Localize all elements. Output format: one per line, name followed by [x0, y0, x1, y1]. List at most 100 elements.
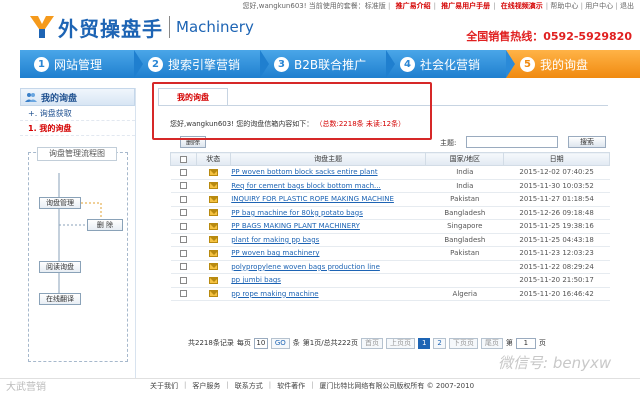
table-row[interactable]: INQUIRY FOR PLASTIC ROPE MAKING MACHINE P…	[170, 192, 610, 207]
inquiry-subject-link[interactable]: PP woven bottom block sacks entire plant	[231, 168, 377, 176]
table-row[interactable]: pp rope making machine Algeria 2015-11-20 …	[170, 287, 610, 301]
nav-tab-my-inquiries[interactable]: 5 我的询盘	[506, 50, 640, 78]
footer-link-service[interactable]: 客户服务	[192, 381, 220, 391]
row-checkbox[interactable]	[179, 276, 187, 284]
link-help-center[interactable]: 帮助中心	[550, 2, 578, 10]
row-checkbox[interactable]	[179, 263, 187, 271]
pager-next[interactable]: 下页页	[448, 337, 478, 349]
link-logout[interactable]: 退出	[620, 2, 634, 10]
row-checkbox[interactable]	[179, 236, 187, 244]
link-user-manual[interactable]: 推广易用户手册	[441, 2, 490, 10]
row-checkbox[interactable]	[179, 249, 187, 257]
subject-search-input[interactable]	[466, 136, 558, 148]
row-checkbox[interactable]	[179, 209, 187, 217]
top-utility-bar: 您好,wangkun603! 当前使用的套餐：标准版 | 推广易介绍 | 推广易用…	[242, 2, 634, 10]
envelope-icon	[208, 182, 218, 190]
footer: 关于我们 | 客户服务 | 联系方式 | 软件著作 | 厦门比特比网络有限公司版权所有 …	[0, 378, 640, 392]
envelope-icon	[208, 168, 218, 176]
sidebar: 我的询盘 +. 询盘获取 1. 我的询盘 询盘管理流程图 询盘管理 删 除 阅读…	[20, 88, 136, 378]
link-video-demo[interactable]: 在线视频演示	[501, 2, 543, 10]
inquiry-country	[425, 273, 504, 288]
link-user-center[interactable]: 用户中心	[585, 2, 613, 10]
table-row[interactable]: plant for making pp bags Bangladesh 2015-1…	[170, 233, 610, 247]
footer-link-contact[interactable]: 联系方式	[235, 381, 263, 391]
col-country: 国家/地区	[425, 152, 505, 166]
inquiry-date: 2015-11-22 08:29:24	[503, 260, 610, 274]
nav-tab-b2b-promotion[interactable]: 3 B2B联合推广	[260, 50, 395, 78]
subject-filter-label: 主题:	[440, 139, 457, 147]
inquiry-date: 2015-11-30 10:03:52	[503, 179, 610, 193]
link-promo-intro[interactable]: 推广易介绍	[396, 2, 431, 10]
nav-number: 2	[148, 56, 163, 72]
inquiry-subject-link[interactable]: Req for cement bags block bottom mach...	[231, 182, 381, 190]
row-checkbox[interactable]	[179, 290, 187, 298]
row-checkbox[interactable]	[179, 182, 187, 190]
footer-link-about[interactable]: 关于我们	[150, 381, 178, 391]
search-button[interactable]: 搜索	[568, 136, 606, 148]
inquiry-subject-link[interactable]: PP BAGS MAKING PLANT MACHINERY	[231, 222, 360, 230]
inquiry-date: 2015-12-26 09:18:48	[503, 206, 610, 220]
table-row[interactable]: polypropylene woven bags production line…	[170, 260, 610, 274]
inquiry-subject-link[interactable]: PP woven bag machinery	[231, 249, 319, 257]
inquiry-country	[425, 260, 504, 274]
row-checkbox[interactable]	[179, 168, 187, 176]
inquiry-subject-link[interactable]: INQUIRY FOR PLASTIC ROPE MAKING MACHINE	[231, 195, 394, 203]
inquiry-date: 2015-12-02 07:40:25	[503, 165, 610, 180]
footer-link-copyright[interactable]: 软件著作	[277, 381, 305, 391]
table-row[interactable]: pp jumbi bags 2015-11-20 21:50:17	[170, 273, 610, 288]
pager-page-2[interactable]: 2	[433, 337, 446, 349]
table-row[interactable]: PP BAGS MAKING PLANT MACHINERY Singapore 2…	[170, 219, 610, 234]
envelope-icon	[208, 195, 218, 203]
inquiry-subject-link[interactable]: pp rope making machine	[231, 290, 318, 298]
flow-step-read: 阅读询盘	[39, 261, 81, 273]
table-row[interactable]: PP woven bottom block sacks entire plant…	[170, 165, 610, 180]
nav-tab-social-marketing[interactable]: 4 社会化营销	[386, 50, 515, 78]
pager-current-page[interactable]: 1	[417, 337, 431, 349]
sales-hotline: 全国销售热线：0592-5929820	[466, 30, 632, 43]
row-checkbox[interactable]	[179, 222, 187, 230]
select-all-checkbox[interactable]	[179, 155, 187, 163]
inquiry-date: 2015-11-20 21:50:17	[503, 273, 610, 288]
row-checkbox[interactable]	[179, 195, 187, 203]
wechat-watermark: 微信号: benyxw	[498, 354, 612, 372]
pager-first[interactable]: 首页	[360, 337, 383, 349]
inquiry-subject-link[interactable]: pp jumbi bags	[231, 276, 281, 284]
nav-number: 4	[400, 56, 415, 72]
table-row[interactable]: Req for cement bags block bottom mach...…	[170, 179, 610, 193]
inquiry-country: Bangladesh	[425, 206, 504, 220]
nav-label: 搜索引擎营销	[168, 57, 241, 72]
inquiry-subject-link[interactable]: polypropylene woven bags production line	[231, 263, 380, 271]
nav-label: 网站管理	[54, 57, 103, 72]
nav-tab-search-engine-marketing[interactable]: 2 搜索引擎营销	[134, 50, 269, 78]
envelope-icon	[208, 236, 218, 244]
flow-step-delete: 删 除	[87, 219, 123, 231]
inquiry-subject-link[interactable]: plant for making pp bags	[231, 236, 319, 244]
envelope-icon	[208, 222, 218, 230]
table-header-row: 状态 询盘主题 国家/地区 日期	[170, 152, 610, 166]
pager-last[interactable]: 尾页	[480, 337, 503, 349]
brand-logo[interactable]: 外贸操盘手 Machinery	[28, 12, 254, 42]
page-jump-select[interactable]: 1	[515, 337, 536, 349]
pager-prev[interactable]: 上页页	[385, 337, 415, 349]
nav-label: B2B联合推广	[294, 57, 367, 72]
footer-copyright: 厦门比特比网络有限公司版权所有 © 2007-2010	[319, 381, 475, 390]
nav-tab-site-management[interactable]: 1 网站管理	[20, 50, 143, 78]
inquiry-date: 2015-11-25 19:38:16	[503, 219, 610, 234]
nav-number: 5	[520, 56, 535, 72]
inquiry-date: 2015-11-27 01:18:54	[503, 192, 610, 207]
inquiry-country: Pakistan	[425, 246, 504, 261]
sidebar-item-inquiry-fetch[interactable]: +. 询盘获取	[20, 106, 135, 121]
per-page-input[interactable]: 10	[253, 337, 268, 349]
highlight-annotation	[152, 82, 432, 140]
nav-label: 社会化营销	[420, 57, 481, 72]
per-page-go-button[interactable]: GO	[270, 337, 290, 349]
sidebar-item-my-inquiries[interactable]: 1. 我的询盘	[20, 121, 135, 136]
inquiry-subject-link[interactable]: PP bag machine for 80kg potato bags	[231, 209, 363, 217]
flow-connectors	[58, 173, 102, 293]
sidebar-title: 我的询盘	[20, 88, 135, 106]
inquiry-flow-chart: 询盘管理流程图 询盘管理 删 除 阅读询盘 在线翻译	[28, 147, 128, 362]
users-icon	[25, 93, 37, 102]
table-row[interactable]: PP woven bag machinery Pakistan 2015-11-23…	[170, 246, 610, 261]
flow-step-translate: 在线翻译	[39, 293, 81, 305]
table-row[interactable]: PP bag machine for 80kg potato bags Bangl…	[170, 206, 610, 220]
